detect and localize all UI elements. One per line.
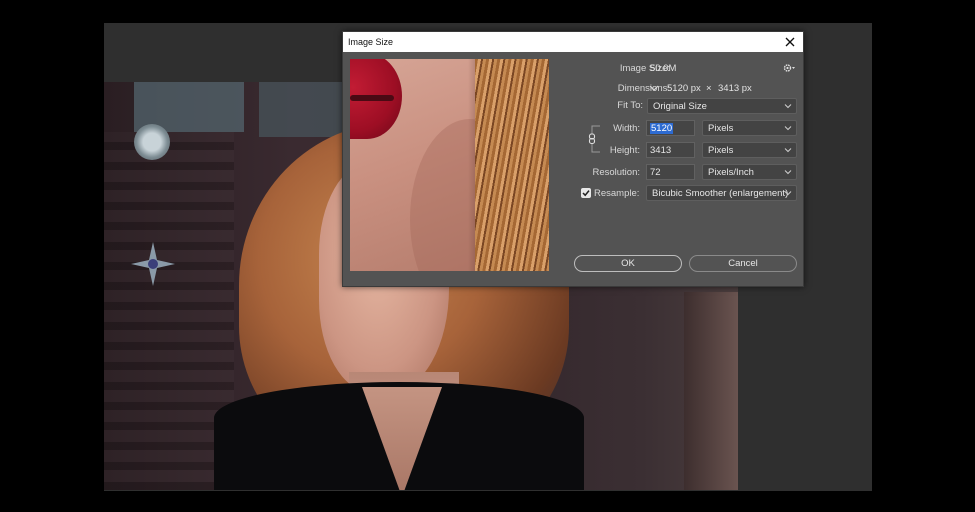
checkmark-icon bbox=[582, 190, 590, 197]
height-unit: Pixels bbox=[708, 144, 734, 156]
chevron-down-icon bbox=[784, 170, 792, 175]
chevron-down-icon bbox=[784, 104, 792, 109]
dimensions-height: 3413 px bbox=[718, 83, 752, 94]
width-unit-select[interactable]: Pixels bbox=[702, 120, 797, 136]
width-unit: Pixels bbox=[708, 122, 734, 134]
close-icon[interactable] bbox=[781, 33, 799, 51]
background-stripe bbox=[684, 292, 738, 490]
resolution-unit-select[interactable]: Pixels/Inch bbox=[702, 164, 797, 180]
ok-label: OK bbox=[621, 258, 635, 269]
height-value: 3413 bbox=[650, 144, 672, 156]
preview-lip-line bbox=[350, 95, 394, 101]
resample-value: Bicubic Smoother (enlargement) bbox=[652, 187, 789, 199]
preview-hair bbox=[475, 59, 549, 271]
chevron-down-icon bbox=[784, 126, 792, 131]
resample-select[interactable]: Bicubic Smoother (enlargement) bbox=[646, 185, 797, 201]
image-size-dialog: Image Size Image Size: 50.0M Dimensions:… bbox=[342, 31, 804, 287]
fit-to-select[interactable]: Original Size bbox=[647, 98, 797, 114]
width-label: Width: bbox=[613, 123, 640, 134]
height-unit-select[interactable]: Pixels bbox=[702, 142, 797, 158]
door-knob bbox=[134, 124, 170, 160]
height-label: Height: bbox=[609, 145, 640, 156]
chevron-down-icon bbox=[784, 191, 792, 196]
background-window bbox=[259, 82, 349, 137]
cancel-label: Cancel bbox=[728, 258, 758, 269]
resolution-input[interactable]: 72 bbox=[646, 164, 695, 180]
dimensions-width: 5120 px bbox=[667, 83, 701, 94]
image-preview[interactable] bbox=[350, 59, 549, 271]
chevron-down-icon bbox=[784, 148, 792, 153]
door-ornament bbox=[131, 242, 175, 286]
resolution-value: 72 bbox=[650, 166, 661, 178]
dialog-titlebar[interactable]: Image Size bbox=[343, 32, 803, 52]
gear-icon[interactable] bbox=[783, 63, 795, 73]
dimensions-separator: × bbox=[706, 83, 712, 94]
width-value: 5120 bbox=[650, 122, 674, 134]
fit-to-value: Original Size bbox=[653, 100, 707, 112]
image-size-value: 50.0M bbox=[650, 63, 677, 74]
resample-checkbox[interactable] bbox=[581, 188, 591, 198]
dialog-title: Image Size bbox=[348, 37, 394, 47]
height-input[interactable]: 3413 bbox=[646, 142, 695, 158]
fit-to-label: Fit To: bbox=[617, 100, 643, 111]
resample-label: Resample: bbox=[594, 188, 640, 199]
ok-button[interactable]: OK bbox=[574, 255, 682, 272]
resolution-label: Resolution: bbox=[592, 167, 640, 178]
width-input[interactable]: 5120 bbox=[646, 120, 695, 136]
resolution-unit: Pixels/Inch bbox=[708, 166, 754, 178]
chevron-down-icon[interactable] bbox=[649, 84, 659, 93]
cancel-button[interactable]: Cancel bbox=[689, 255, 797, 272]
